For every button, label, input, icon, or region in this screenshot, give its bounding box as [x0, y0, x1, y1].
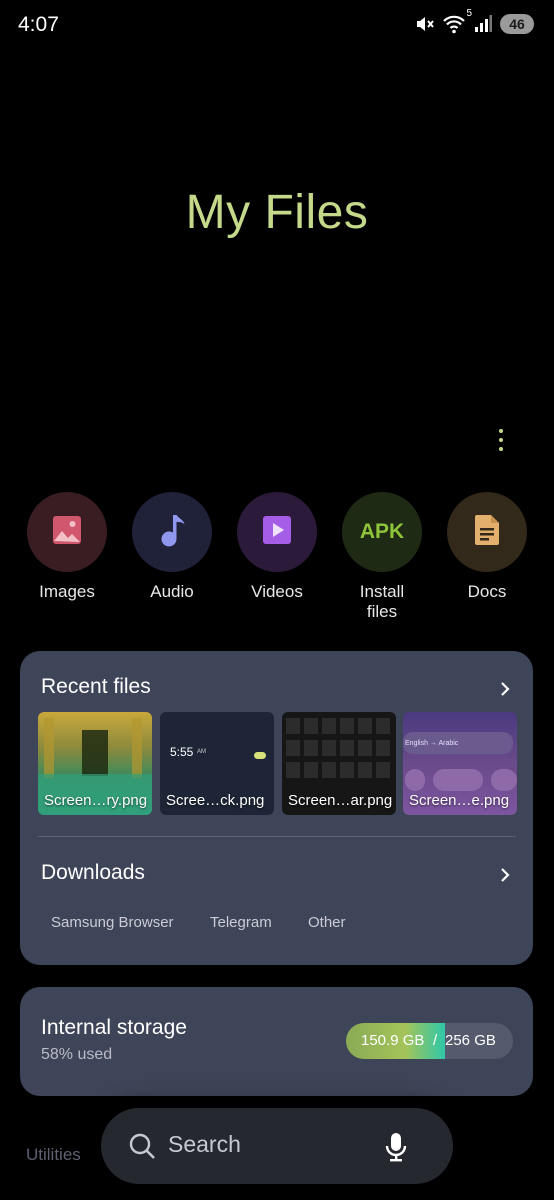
- category-install-files[interactable]: APK Install files: [340, 492, 424, 622]
- wifi-band-label: 5: [466, 8, 472, 19]
- recent-files-heading[interactable]: Recent files: [41, 675, 151, 699]
- category-docs[interactable]: Docs: [445, 492, 529, 602]
- storage-usage-bar: 150.9 GB / 256 GB: [346, 1023, 513, 1059]
- category-images[interactable]: Images: [25, 492, 109, 602]
- category-label-line: Install: [359, 582, 405, 601]
- more-dot-icon: [499, 429, 503, 433]
- music-note-icon: [158, 513, 186, 552]
- category-videos[interactable]: Videos: [235, 492, 319, 602]
- category-label: Install files: [340, 582, 424, 622]
- category-label: Audio: [150, 582, 194, 601]
- downloads-heading[interactable]: Downloads: [41, 861, 145, 885]
- image-icon: [52, 515, 82, 550]
- images-circle: [27, 492, 107, 572]
- videos-circle: [237, 492, 317, 572]
- thumbnail-clock-ampm: AM: [197, 749, 206, 755]
- recent-file-thumbnail[interactable]: Screen…ry.png: [38, 712, 152, 815]
- download-source-chip[interactable]: Other: [308, 914, 346, 931]
- apk-icon: APK: [359, 520, 405, 543]
- storage-used-amount: 150.9 GB: [361, 1032, 425, 1049]
- audio-circle: [132, 492, 212, 572]
- search-icon: [128, 1132, 156, 1165]
- category-label: Videos: [251, 582, 303, 601]
- microphone-icon[interactable]: [384, 1132, 408, 1167]
- more-dot-icon: [499, 438, 503, 442]
- pill-button: [491, 769, 517, 791]
- status-time: 4:07: [18, 13, 59, 36]
- more-options-button[interactable]: [490, 425, 512, 455]
- chevron-right-icon[interactable]: [498, 681, 512, 697]
- battery-indicator: 46: [500, 14, 534, 34]
- category-audio[interactable]: Audio: [130, 492, 214, 602]
- storage-used-percent: 58% used: [41, 1046, 113, 1063]
- recent-file-name: Screen…ar.png: [288, 792, 393, 809]
- card-divider: [38, 836, 516, 837]
- pill-button: [405, 769, 425, 791]
- search-placeholder: Search: [168, 1131, 241, 1157]
- chevron-right-icon[interactable]: [498, 867, 512, 883]
- wifi-icon: 5: [442, 8, 472, 34]
- category-label: Images: [39, 582, 95, 601]
- utilities-heading: Utilities: [26, 1145, 81, 1164]
- mute-icon: [414, 14, 434, 34]
- download-source-chip[interactable]: Telegram: [210, 914, 272, 931]
- status-icons: 5 46: [414, 8, 534, 34]
- more-dot-icon: [499, 447, 503, 451]
- storage-separator: /: [433, 1032, 438, 1049]
- apk-circle: APK: [342, 492, 422, 572]
- thumbnail-clock-time: 5:55: [170, 745, 194, 759]
- page-title: My Files: [185, 186, 369, 239]
- thumbnail-overlay-text: English → Arabic: [405, 740, 459, 747]
- toggle-icon: [254, 752, 266, 759]
- storage-total-amount: 256 GB: [445, 1032, 496, 1049]
- recent-file-thumbnail[interactable]: Screen…ar.png: [282, 712, 396, 815]
- download-source-chip[interactable]: Samsung Browser: [51, 914, 174, 931]
- recent-file-name: Screen…e.png: [409, 792, 510, 809]
- pill-button: [433, 769, 483, 791]
- search-bar[interactable]: Search: [101, 1108, 453, 1184]
- signal-icon: [474, 15, 492, 33]
- status-bar: 4:07 5 46: [0, 0, 554, 52]
- recent-file-name: Screen…ry.png: [44, 792, 148, 809]
- category-label: Docs: [467, 582, 507, 601]
- recent-file-thumbnail[interactable]: English → Arabic Screen…e.png: [403, 712, 517, 815]
- storage-title: Internal storage: [41, 1016, 187, 1039]
- category-label-line: files: [366, 602, 398, 621]
- recent-file-name: Scree…ck.png: [166, 792, 265, 809]
- play-icon: [262, 515, 292, 550]
- recent-file-thumbnail[interactable]: 5:55 AM Scree…ck.png: [160, 712, 274, 815]
- document-icon: [473, 514, 501, 551]
- docs-circle: [447, 492, 527, 572]
